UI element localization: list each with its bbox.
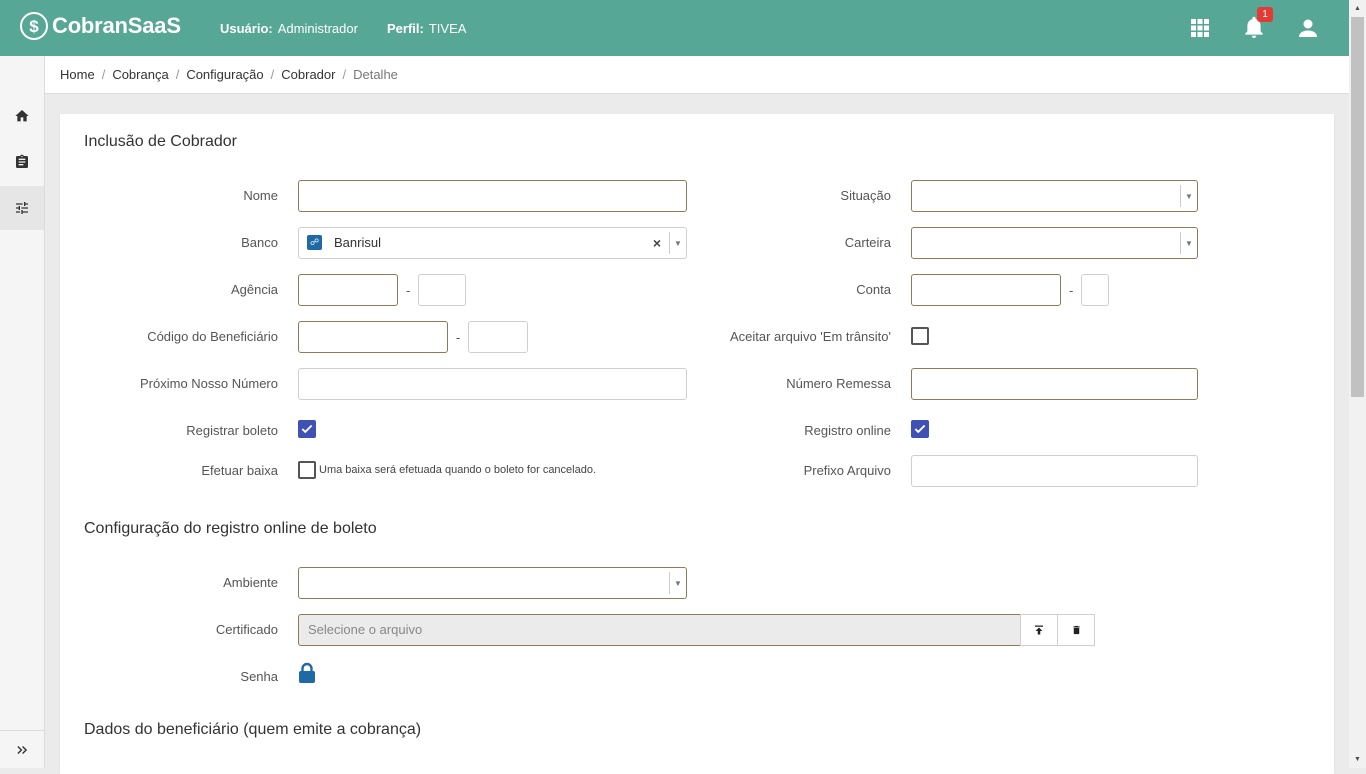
user-icon[interactable]: [1296, 16, 1320, 40]
clear-icon[interactable]: ×: [653, 234, 661, 252]
section-title-beneficiario: Dados do beneficiário (quem emite a cobr…: [84, 721, 422, 738]
registro-online-checkbox[interactable]: [911, 420, 929, 438]
ambiente-label: Ambiente: [223, 575, 278, 590]
conta-input[interactable]: [911, 274, 1061, 306]
check-icon: [914, 424, 926, 434]
profile-value: TIVEA: [428, 21, 467, 36]
carteira-label: Carteira: [844, 235, 891, 250]
situacao-label: Situação: [840, 188, 891, 203]
numero-remessa-input[interactable]: [911, 368, 1198, 400]
banco-select[interactable]: ☍ Banrisul × ▼: [298, 227, 687, 259]
chevron-double-right-icon: [17, 745, 28, 754]
agencia-digit-input[interactable]: [418, 274, 466, 306]
header-profile: Perfil: TIVEA: [387, 21, 466, 36]
upload-icon: [1035, 625, 1043, 635]
tune-icon: [16, 202, 28, 214]
section-title-inclusao: Inclusão de Cobrador: [84, 133, 237, 150]
nome-input[interactable]: [298, 180, 687, 212]
situacao-select[interactable]: ▼: [911, 180, 1198, 212]
dropdown-arrow-icon[interactable]: ▼: [1180, 185, 1197, 207]
efetuar-baixa-label: Efetuar baixa: [201, 463, 278, 478]
home-icon: [15, 110, 29, 122]
agencia-input[interactable]: [298, 274, 398, 306]
breadcrumb-detalhe: Detalhe: [353, 67, 398, 82]
sidebar-item-configuracao[interactable]: [0, 186, 44, 230]
scroll-up-arrow-icon[interactable]: ▲: [1349, 0, 1366, 17]
registrar-boleto-label: Registrar boleto: [186, 423, 278, 438]
breadcrumb: Home / Cobrança / Configuração / Cobrado…: [45, 56, 1349, 94]
breadcrumb-separator: /: [342, 67, 347, 82]
proximo-nosso-numero-input[interactable]: [298, 368, 687, 400]
conta-label: Conta: [856, 282, 891, 297]
logo-dollar-icon: $: [20, 12, 48, 40]
breadcrumb-home[interactable]: Home: [60, 67, 95, 82]
carteira-select[interactable]: ▼: [911, 227, 1198, 259]
efetuar-baixa-hint: Uma baixa será efetuada quando o boleto …: [319, 464, 597, 476]
conta-digit-input[interactable]: [1081, 274, 1109, 306]
sidebar-item-home[interactable]: [0, 94, 44, 138]
section-title-registro-online: Configuração do registro online de bolet…: [84, 520, 377, 537]
breadcrumb-separator: /: [270, 67, 275, 82]
prefixo-arquivo-input[interactable]: [911, 455, 1198, 487]
upload-button[interactable]: [1020, 614, 1058, 646]
user-value: Administrador: [277, 21, 358, 36]
logo-text: CobranSaaS: [52, 13, 181, 38]
conta-dash: -: [1069, 283, 1074, 298]
sidebar-expand-button[interactable]: [0, 730, 44, 768]
banrisul-logo-icon: ☍: [307, 235, 322, 250]
senha-label: Senha: [240, 669, 278, 684]
banco-label: Banco: [241, 235, 278, 250]
top-header: $ CobranSaaS Usuário: Administrador Perfi…: [0, 0, 1349, 56]
user-label: Usuário:: [220, 21, 273, 36]
agencia-dash: -: [406, 283, 411, 298]
profile-label: Perfil:: [387, 21, 424, 36]
main-panel: Inclusão de Cobrador Nome Banco ☍ Banris…: [60, 114, 1334, 774]
lock-icon[interactable]: [298, 662, 316, 684]
certificado-label: Certificado: [215, 622, 278, 637]
header-user: Usuário: Administrador: [220, 21, 358, 36]
aceitar-transito-label: Aceitar arquivo 'Em trânsito': [729, 329, 891, 344]
registrar-boleto-checkbox[interactable]: [298, 420, 316, 438]
apps-grid-icon[interactable]: [1188, 16, 1212, 40]
dropdown-arrow-icon[interactable]: ▼: [1180, 232, 1197, 254]
codigo-digit-input[interactable]: [468, 321, 528, 353]
sidebar-item-cobranca[interactable]: [0, 140, 44, 184]
prefixo-arquivo-label: Prefixo Arquivo: [803, 463, 891, 478]
proximo-nosso-numero-label: Próximo Nosso Número: [140, 376, 278, 391]
breadcrumb-separator: /: [101, 67, 106, 82]
notification-badge: 1: [1257, 7, 1273, 22]
breadcrumb-configuracao[interactable]: Configuração: [186, 67, 263, 82]
agencia-label: Agência: [231, 282, 278, 297]
certificado-file-input[interactable]: Selecione o arquivo: [298, 614, 1021, 646]
numero-remessa-label: Número Remessa: [786, 376, 891, 391]
scrollbar-thumb[interactable]: [1351, 17, 1364, 397]
codigo-beneficiario-label: Código do Beneficiário: [147, 329, 278, 344]
aceitar-transito-checkbox[interactable]: [911, 327, 929, 345]
clipboard-icon: [16, 154, 28, 168]
check-icon: [301, 424, 313, 434]
delete-button[interactable]: [1057, 614, 1095, 646]
sidebar: [0, 56, 45, 768]
breadcrumb-cobrador[interactable]: Cobrador: [281, 67, 335, 82]
registro-online-label: Registro online: [804, 423, 891, 438]
codigo-beneficiario-input[interactable]: [298, 321, 448, 353]
breadcrumb-separator: /: [175, 67, 180, 82]
codigo-dash: -: [456, 330, 461, 345]
ambiente-select[interactable]: ▼: [298, 567, 687, 599]
breadcrumb-cobranca[interactable]: Cobrança: [112, 67, 168, 82]
dropdown-arrow-icon[interactable]: ▼: [669, 572, 686, 594]
trash-icon: [1072, 625, 1080, 635]
efetuar-baixa-checkbox[interactable]: [298, 461, 316, 479]
banco-value: Banrisul: [334, 235, 381, 250]
scroll-down-arrow-icon[interactable]: ▼: [1349, 751, 1366, 768]
logo[interactable]: $ CobranSaaS: [20, 12, 181, 40]
nome-label: Nome: [243, 188, 278, 203]
